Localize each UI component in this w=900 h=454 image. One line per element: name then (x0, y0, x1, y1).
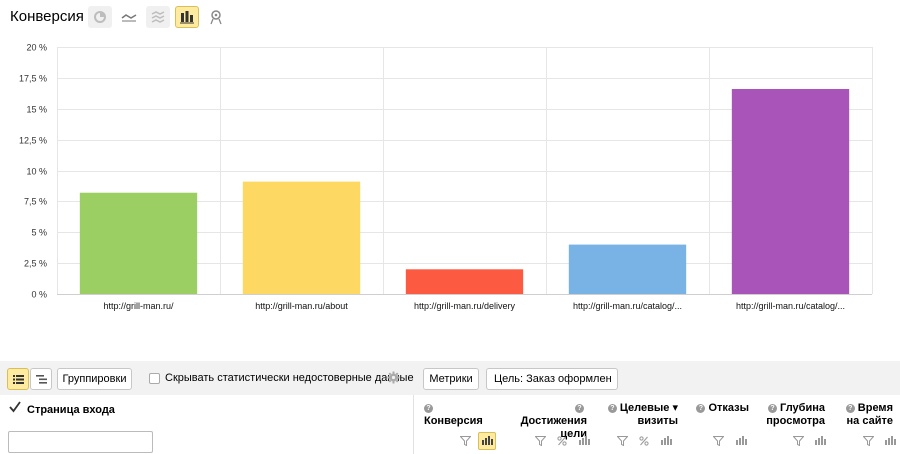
hide-unreliable-label: Скрывать статистически недостоверные дан… (165, 372, 414, 384)
filter-icon (459, 436, 471, 446)
page-title: Конверсия (10, 8, 84, 25)
filter-bounces-button[interactable] (710, 433, 726, 449)
pie-chart-button[interactable] (88, 6, 112, 28)
percent-goal-visits-button[interactable] (636, 433, 652, 449)
bar[interactable] (405, 269, 524, 294)
help-icon[interactable]: ? (768, 404, 778, 413)
tree-icon (35, 374, 47, 384)
x-tick-label: http://grill-man.ru/catalog/... (736, 301, 845, 311)
chart-canvas: 0 % 2,5 % 5 % 7,5 % 10 % 12,5 % 15 % 17,5 % 20 %… (19, 43, 873, 311)
chart-bounces-button[interactable] (733, 433, 749, 449)
filter-conversion-button[interactable] (457, 433, 473, 449)
column-header-page-depth[interactable]: ? Глубина просмотра (765, 402, 825, 428)
column-header-bounces[interactable]: ? Отказы (694, 402, 749, 415)
percent-icon (557, 436, 567, 446)
chart-goal-visits-button[interactable] (658, 433, 674, 449)
dimension-filter-input[interactable] (8, 431, 153, 453)
filter-time-on-site-button[interactable] (860, 433, 876, 449)
line-chart-button[interactable] (117, 6, 141, 28)
bar-chart-icon (482, 436, 493, 445)
column-header-goal-visits[interactable]: ? Целевые ▾ визиты (605, 402, 678, 428)
checkmark-icon[interactable] (9, 401, 21, 413)
bar-chart-icon (579, 436, 590, 445)
pie-chart-icon (94, 11, 106, 23)
filter-page-depth-button[interactable] (790, 433, 806, 449)
y-tick-label: 2,5 % (24, 259, 47, 269)
y-tick-label: 15 % (26, 105, 47, 115)
help-icon[interactable]: ? (575, 404, 584, 413)
area-chart-icon (151, 11, 165, 23)
hide-unreliable-checkbox[interactable] (149, 373, 160, 384)
groupings-button[interactable]: Группировки (57, 368, 132, 390)
map-marker-icon (210, 10, 222, 25)
bar[interactable] (568, 244, 687, 294)
help-icon[interactable]: ? (424, 404, 433, 413)
y-tick-label: 10 % (26, 167, 47, 177)
x-tick-label: http://grill-man.ru/about (255, 301, 348, 311)
chart-time-on-site-button[interactable] (882, 433, 898, 449)
bar[interactable] (79, 192, 198, 294)
help-icon[interactable]: ? (845, 404, 855, 413)
chart-conversion-button[interactable] (478, 432, 496, 450)
bar[interactable] (242, 181, 361, 294)
y-tick-label: 20 % (26, 43, 47, 53)
gear-icon[interactable] (387, 371, 400, 384)
bar[interactable] (731, 88, 850, 294)
filter-icon (792, 436, 804, 446)
x-tick-label: http://grill-man.ru/delivery (414, 301, 516, 311)
chart-page-depth-button[interactable] (812, 433, 828, 449)
y-tick-label: 7,5 % (24, 197, 47, 207)
map-button[interactable] (204, 6, 228, 28)
report-table-panel: Группировки Скрывать статистически недос… (0, 361, 900, 454)
column-header-conversion[interactable]: ?Конверсия (424, 402, 494, 428)
list-icon (12, 374, 24, 384)
line-chart-icon (121, 14, 137, 22)
y-tick-label: 17,5 % (19, 74, 47, 84)
table-toolbar: Группировки Скрывать статистически недос… (0, 361, 900, 395)
report-header: Конверсия (0, 0, 900, 34)
filter-icon (616, 436, 628, 446)
filter-icon (712, 436, 724, 446)
help-icon[interactable]: ? (607, 404, 617, 413)
bar-chart-icon (885, 436, 896, 445)
bar-chart-button[interactable] (175, 6, 199, 28)
percent-goal-reaches-button[interactable] (554, 433, 570, 449)
bar-chart-icon (661, 436, 672, 445)
help-icon[interactable]: ? (696, 404, 706, 413)
tree-list-button[interactable] (30, 368, 52, 390)
flat-list-button[interactable] (7, 368, 29, 390)
y-tick-label: 12,5 % (19, 136, 47, 146)
goal-select[interactable]: Цель: Заказ оформлен (486, 368, 618, 390)
filter-goal-reaches-button[interactable] (532, 433, 548, 449)
bar-chart-icon (815, 436, 826, 445)
dimension-header: Страница входа (27, 404, 115, 416)
goal-select-label: Цель: Заказ оформлен (494, 373, 612, 385)
y-tick-label: 5 % (31, 228, 47, 238)
column-header-time-on-site[interactable]: ? Время на сайте (840, 402, 893, 428)
metrics-button[interactable]: Метрики (423, 368, 479, 390)
chart-goal-reaches-button[interactable] (576, 433, 592, 449)
filter-icon (862, 436, 874, 446)
area-chart-button[interactable] (146, 6, 170, 28)
x-tick-label: http://grill-man.ru/ (103, 301, 174, 311)
filter-goal-visits-button[interactable] (614, 433, 630, 449)
percent-icon (639, 436, 649, 446)
bar-chart-icon (736, 436, 747, 445)
x-tick-label: http://grill-man.ru/catalog/... (573, 301, 682, 311)
y-tick-label: 0 % (31, 290, 47, 300)
bar-chart-icon (180, 11, 194, 24)
bar-chart: 0 % 2,5 % 5 % 7,5 % 10 % 12,5 % 15 % 17,5 % 20 %… (0, 34, 900, 324)
column-divider (413, 395, 414, 454)
filter-icon (534, 436, 546, 446)
